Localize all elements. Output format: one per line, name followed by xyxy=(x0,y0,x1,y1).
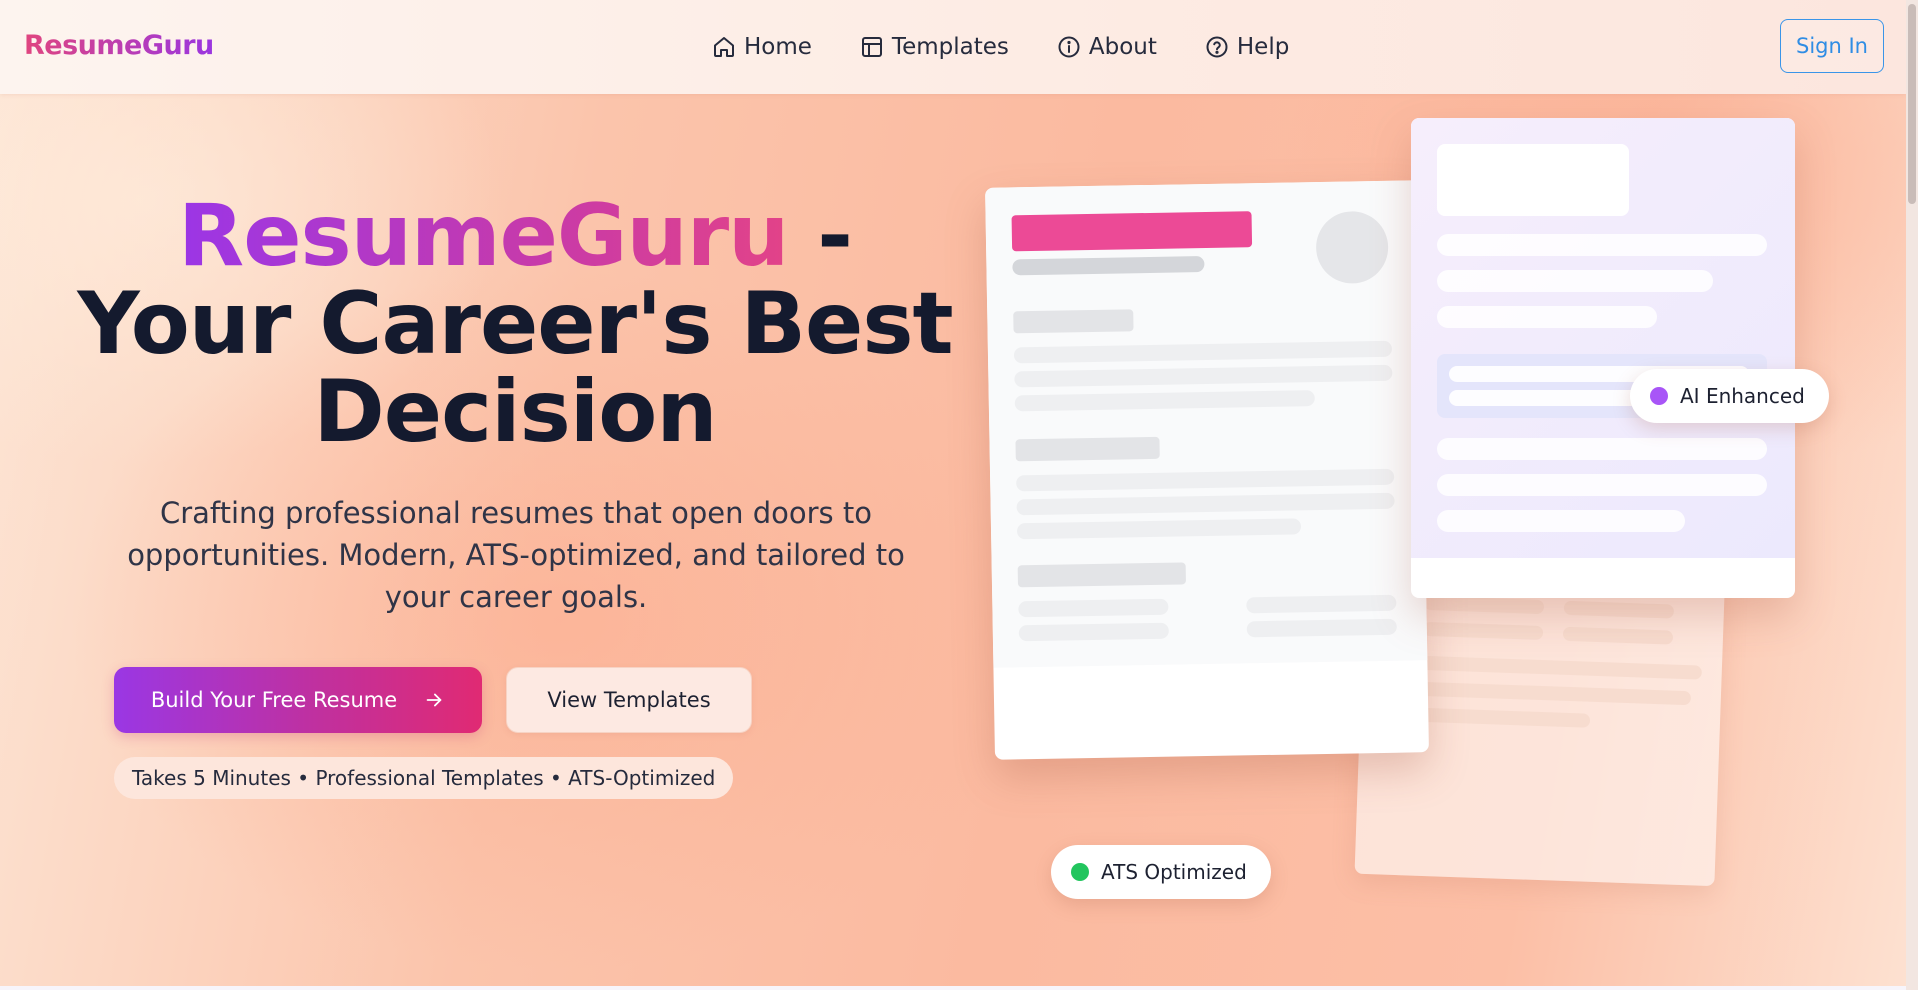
hero-subtitle: Crafting professional resumes that open … xyxy=(127,496,905,614)
view-templates-button[interactable]: View Templates xyxy=(506,667,752,733)
resume-name-bar xyxy=(1011,211,1253,252)
ats-status-dot xyxy=(1071,863,1089,881)
nav-item-templates[interactable]: Templates xyxy=(860,34,1009,60)
hero-title: ResumeGuru - Your Career's Best Decision xyxy=(60,192,970,456)
layout-icon xyxy=(861,37,882,57)
ai-badge-label: AI Enhanced xyxy=(1680,384,1805,408)
nav-item-label: About xyxy=(1088,34,1157,60)
ats-badge-label: ATS Optimized xyxy=(1101,860,1247,884)
logo[interactable]: ResumeGuru xyxy=(24,30,214,61)
hero-title-line2: Your Career's Best xyxy=(77,274,953,374)
page-bottom-edge xyxy=(0,986,1918,990)
build-resume-label: Build Your Free Resume xyxy=(150,688,398,712)
build-resume-button[interactable]: Build Your Free Resume xyxy=(114,667,482,733)
help-icon xyxy=(1206,36,1228,58)
nav-item-label: Home xyxy=(744,34,812,60)
sign-in-button[interactable]: Sign In xyxy=(1780,19,1884,73)
nav-links: Home Templates About Help xyxy=(712,30,1337,64)
scrollbar-thumb[interactable] xyxy=(1908,4,1916,204)
resume-preview-ai xyxy=(1411,118,1795,598)
home-icon xyxy=(714,37,734,57)
hero-title-line3: Decision xyxy=(313,362,717,462)
nav-item-label: Templates xyxy=(891,34,1009,60)
hero-title-brand: ResumeGuru xyxy=(178,186,789,286)
nav-item-help[interactable]: Help xyxy=(1205,34,1289,60)
navbar: ResumeGuru Home Templates About Help Sig… xyxy=(0,0,1906,94)
nav-item-label: Help xyxy=(1236,34,1290,60)
resume-preview-main xyxy=(985,180,1429,760)
info-icon xyxy=(1058,36,1080,58)
ai-enhanced-badge: AI Enhanced xyxy=(1630,369,1829,423)
nav-item-about[interactable]: About xyxy=(1057,34,1157,60)
ats-optimized-badge: ATS Optimized xyxy=(1051,845,1271,899)
hero-title-dash: - xyxy=(788,186,853,286)
feature-tagline: Takes 5 Minutes • Professional Templates… xyxy=(114,757,734,799)
ai-status-dot xyxy=(1650,387,1668,405)
nav-item-home[interactable]: Home xyxy=(712,34,812,60)
arrow-right-icon xyxy=(426,693,442,707)
